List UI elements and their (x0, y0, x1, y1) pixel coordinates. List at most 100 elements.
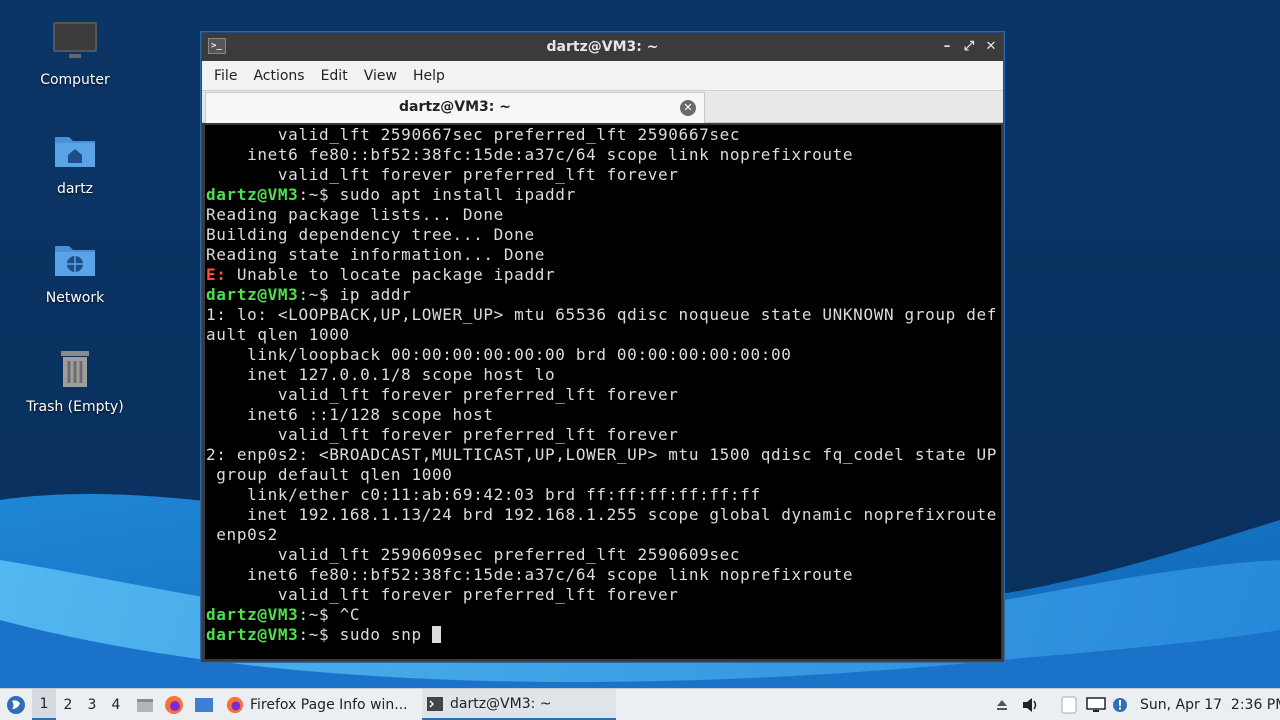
menu-view[interactable]: View (356, 68, 405, 84)
prompt-path: :~$ (298, 605, 330, 624)
tray-volume[interactable] (1020, 689, 1040, 720)
home-folder-icon (51, 127, 99, 175)
network-icon (1086, 697, 1106, 712)
command-text: ^C (329, 605, 361, 624)
prompt-path: :~$ (298, 185, 330, 204)
eject-icon (997, 700, 1007, 710)
tray-notes[interactable] (1058, 689, 1080, 720)
task-label: dartz@VM3: ~ (450, 695, 552, 712)
trash-icon (51, 345, 99, 393)
prompt-user: dartz@VM3 (206, 285, 299, 304)
error-message: Unable to locate package ipaddr (226, 265, 556, 284)
maximize-icon[interactable]: ⤢ (963, 40, 975, 53)
text-cursor (432, 626, 442, 643)
tray-eject[interactable] (992, 689, 1012, 720)
workspace-label: 1 (39, 695, 49, 712)
terminal-line: group default qlen 1000 (206, 465, 453, 484)
tab-close-icon[interactable]: ✕ (680, 100, 696, 116)
error-prefix: E: (206, 265, 227, 284)
terminal-line: link/ether c0:11:ab:69:42:03 brd ff:ff:f… (206, 485, 761, 504)
terminal-line: Building dependency tree... Done (206, 225, 535, 244)
task-terminal[interactable]: dartz@VM3: ~ (422, 689, 616, 720)
desktop-icon-computer[interactable]: Computer (10, 18, 140, 88)
file-manager-icon (137, 699, 153, 712)
terminal-line: valid_lft forever preferred_lft forever (206, 425, 679, 444)
workspace-4[interactable]: 4 (104, 689, 128, 720)
launcher-firefox[interactable] (162, 689, 186, 720)
clock-text: Sun, Apr 17 2:36 PM (1140, 697, 1280, 713)
desktop-icon-network[interactable]: Network (10, 236, 140, 306)
prompt-user: dartz@VM3 (206, 625, 299, 644)
terminal-line: valid_lft forever preferred_lft forever (206, 385, 679, 404)
workspace-label: 2 (63, 697, 73, 713)
terminal-icon (427, 696, 443, 711)
prompt-user: dartz@VM3 (206, 605, 299, 624)
start-menu-button[interactable] (4, 689, 28, 720)
terminal-line: link/loopback 00:00:00:00:00:00 brd 00:0… (206, 345, 792, 364)
tab-title: dartz@VM3: ~ (399, 99, 511, 115)
workspace-2[interactable]: 2 (56, 689, 80, 720)
task-firefox-page-info[interactable]: Firefox Page Info win... (222, 689, 418, 720)
terminal-line: inet 127.0.0.1/8 scope host lo (206, 365, 556, 384)
terminal-line: ault qlen 1000 (206, 325, 350, 344)
terminal-line: 1: lo: <LOOPBACK,UP,LOWER_UP> mtu 65536 … (206, 305, 998, 324)
terminal-line: valid_lft 2590667sec preferred_lft 25906… (206, 125, 741, 144)
terminal-line: inet6 fe80::bf52:38fc:15de:a37c/64 scope… (206, 565, 854, 584)
prompt-path: :~$ (298, 625, 330, 644)
minimize-icon[interactable]: – (941, 40, 953, 53)
launcher-desktop[interactable] (192, 689, 216, 720)
terminal-line: valid_lft forever preferred_lft forever (206, 585, 679, 604)
current-command: sudo snp (329, 625, 433, 644)
menu-bar: File Actions Edit View Help (202, 61, 1003, 91)
terminal-tab[interactable]: dartz@VM3: ~ ✕ (205, 92, 705, 123)
launcher-file-manager[interactable] (134, 689, 156, 720)
desktop-icon-trash[interactable]: Trash (Empty) (10, 345, 140, 415)
terminal-output[interactable]: valid_lft 2590667sec preferred_lft 25906… (205, 125, 1001, 659)
task-label: Firefox Page Info win... (250, 697, 408, 713)
terminal-line: Reading state information... Done (206, 245, 546, 264)
terminal-icon: >_ (208, 38, 226, 54)
command-text: sudo apt install ipaddr (329, 185, 576, 204)
firefox-icon (226, 696, 244, 714)
workspace-label: 3 (87, 697, 97, 713)
desktop-icon-label: Trash (Empty) (26, 399, 124, 415)
terminal-line: valid_lft forever preferred_lft forever (206, 165, 679, 184)
taskbar: 1 2 3 4 Firefox Page Info win... dartz@V… (0, 688, 1280, 720)
volume-icon (1023, 698, 1037, 712)
terminal-line: valid_lft 2590609sec preferred_lft 25906… (206, 545, 741, 564)
terminal-line: inet6 ::1/128 scope host (206, 405, 494, 424)
firefox-icon (165, 696, 183, 714)
desktop-icon-label: Computer (40, 72, 110, 88)
terminal-line: Reading package lists... Done (206, 205, 504, 224)
workspace-label: 4 (111, 697, 121, 713)
menu-help[interactable]: Help (405, 68, 453, 84)
terminal-window[interactable]: >_ dartz@VM3: ~ – ⤢ ✕ File Actions Edit … (201, 32, 1004, 662)
prompt-path: :~$ (298, 285, 330, 304)
clock[interactable]: Sun, Apr 17 2:36 PM (1140, 689, 1280, 720)
network-folder-icon (51, 236, 99, 284)
desktop-icon-home-folder[interactable]: dartz (10, 127, 140, 197)
show-desktop-icon (195, 698, 213, 712)
window-titlebar[interactable]: >_ dartz@VM3: ~ – ⤢ ✕ (202, 33, 1003, 61)
notes-icon (1061, 696, 1077, 714)
prompt-user: dartz@VM3 (206, 185, 299, 204)
command-text: ip addr (329, 285, 412, 304)
terminal-line: 2: enp0s2: <BROADCAST,MULTICAST,UP,LOWER… (206, 445, 998, 464)
desktop-icon-label: dartz (56, 181, 94, 197)
info-icon (1113, 698, 1127, 712)
menu-edit[interactable]: Edit (313, 68, 356, 84)
menu-file[interactable]: File (206, 68, 245, 84)
monitor-icon (51, 18, 99, 66)
desktop-icon-label: Network (45, 290, 105, 306)
tab-bar: dartz@VM3: ~ ✕ (202, 91, 1003, 123)
close-icon[interactable]: ✕ (985, 40, 997, 53)
distro-logo-icon (7, 696, 25, 714)
tray-network[interactable] (1084, 689, 1108, 720)
tray-updates[interactable] (1110, 689, 1130, 720)
terminal-line: enp0s2 (206, 525, 278, 544)
workspace-1[interactable]: 1 (32, 689, 56, 720)
menu-actions[interactable]: Actions (245, 68, 312, 84)
workspace-3[interactable]: 3 (80, 689, 104, 720)
terminal-line: inet 192.168.1.13/24 brd 192.168.1.255 s… (206, 505, 998, 524)
terminal-line: inet6 fe80::bf52:38fc:15de:a37c/64 scope… (206, 145, 854, 164)
